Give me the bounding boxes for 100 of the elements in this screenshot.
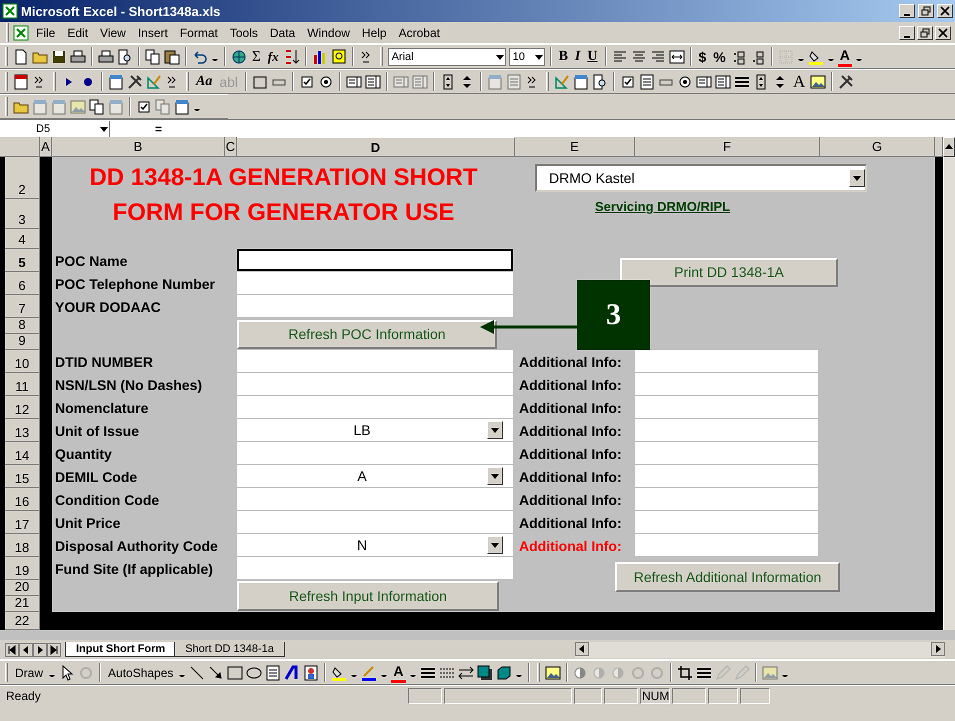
align-center-icon[interactable] xyxy=(630,48,646,64)
clipboard-icon[interactable] xyxy=(164,48,180,64)
crop-icon[interactable] xyxy=(676,664,693,680)
copy-icon[interactable] xyxy=(89,98,105,114)
input-field[interactable] xyxy=(635,488,818,510)
row-header[interactable]: 2 xyxy=(5,157,40,199)
column-header[interactable]: D xyxy=(237,137,515,157)
scroll-left-icon[interactable] xyxy=(577,644,587,654)
checkbox-icon[interactable] xyxy=(620,74,636,90)
input-field[interactable] xyxy=(237,350,513,372)
fill-color-icon[interactable] xyxy=(331,664,348,680)
row-header[interactable]: 12 xyxy=(5,396,40,419)
properties-icon[interactable] xyxy=(174,98,190,114)
spreadsheet-icon[interactable] xyxy=(13,24,29,40)
scroll-right-icon[interactable] xyxy=(933,644,943,654)
oval-icon[interactable] xyxy=(246,664,262,680)
radio-icon[interactable] xyxy=(318,74,334,90)
list-box-icon[interactable] xyxy=(696,74,712,90)
label-tool[interactable]: A xyxy=(791,72,808,90)
row-header[interactable]: 9 xyxy=(5,334,40,350)
row-header[interactable]: 22 xyxy=(5,612,40,630)
row-header[interactable]: 19 xyxy=(5,557,40,580)
print-button[interactable]: Print DD 1348-1A xyxy=(620,258,838,286)
rectangle-icon[interactable] xyxy=(227,664,244,680)
checkbox-icon[interactable] xyxy=(299,74,316,90)
row-header[interactable]: 13 xyxy=(5,419,40,442)
menu-item[interactable]: Insert xyxy=(132,24,173,42)
preview-icon[interactable] xyxy=(592,74,608,90)
currency-button[interactable]: $ xyxy=(696,48,708,66)
font-size-field[interactable]: 10 xyxy=(508,48,545,66)
menu-item[interactable]: Help xyxy=(356,24,392,42)
printer-icon[interactable] xyxy=(70,48,86,64)
horizontal-scrollbar[interactable] xyxy=(575,642,945,658)
row-header[interactable]: 20 xyxy=(5,580,40,596)
input-field[interactable] xyxy=(237,373,513,395)
font-color-button[interactable]: A xyxy=(838,46,852,67)
cube-icon[interactable] xyxy=(496,664,512,680)
input-field[interactable] xyxy=(237,442,513,464)
list-box-icon[interactable] xyxy=(346,74,362,90)
input-field[interactable] xyxy=(635,442,818,464)
refresh-poc-button[interactable]: Refresh POC Information xyxy=(237,320,497,348)
input-field[interactable] xyxy=(635,511,818,533)
sort-icon[interactable] xyxy=(284,48,300,64)
image-icon[interactable] xyxy=(810,74,826,90)
row-header[interactable]: 8 xyxy=(5,318,40,334)
refresh-additional-button[interactable]: Refresh Additional Information xyxy=(615,562,840,592)
column-header[interactable]: E xyxy=(515,137,635,157)
input-field[interactable] xyxy=(635,419,818,441)
row-header[interactable]: 17 xyxy=(5,511,40,534)
radio-icon[interactable] xyxy=(677,74,694,90)
menu-item[interactable]: Data xyxy=(264,24,300,42)
input-field[interactable] xyxy=(635,350,818,372)
properties-icon[interactable] xyxy=(573,74,590,90)
shadow-icon[interactable] xyxy=(476,664,493,680)
preview-icon[interactable] xyxy=(117,48,133,64)
sheet-tab[interactable]: Short DD 1348-1a xyxy=(174,642,285,657)
input-field[interactable] xyxy=(237,396,513,418)
row-header[interactable]: 18 xyxy=(5,534,40,557)
site-link[interactable]: Servicing DRMO/RIPL xyxy=(595,199,730,214)
label-tool[interactable]: Aa xyxy=(194,72,214,90)
row-header[interactable]: 7 xyxy=(5,295,40,318)
document-icon[interactable] xyxy=(13,74,29,90)
select-all-button[interactable] xyxy=(0,137,40,157)
column-header[interactable]: F xyxy=(635,137,820,157)
clip-art-icon[interactable] xyxy=(303,664,320,680)
row-header[interactable]: 11 xyxy=(5,373,40,396)
row-header[interactable]: 3 xyxy=(5,199,40,229)
bar-chart-icon[interactable] xyxy=(312,48,328,64)
menu-item[interactable]: View xyxy=(95,24,131,42)
merge-icon[interactable] xyxy=(668,48,684,64)
input-field[interactable] xyxy=(237,272,513,294)
vertical-scrollbar[interactable] xyxy=(943,157,955,630)
autoshapes-menu[interactable]: AutoShapes xyxy=(106,664,176,682)
globe-icon[interactable] xyxy=(231,48,247,64)
row-header[interactable]: 6 xyxy=(5,272,40,295)
align-right-icon[interactable] xyxy=(650,48,666,64)
arrow-icon[interactable] xyxy=(208,664,224,680)
menu-item[interactable]: File xyxy=(31,24,60,42)
bold-button[interactable]: B xyxy=(556,48,570,66)
checkbox-icon[interactable] xyxy=(136,98,152,114)
frame-icon[interactable] xyxy=(252,74,268,90)
wordart-icon[interactable] xyxy=(284,664,300,680)
function-button[interactable]: fx xyxy=(266,48,281,66)
combo-box-icon[interactable] xyxy=(365,74,382,90)
input-field[interactable] xyxy=(237,557,513,579)
scroll-up-button[interactable] xyxy=(943,137,955,157)
underline-button[interactable]: U xyxy=(585,48,600,66)
input-field[interactable] xyxy=(635,465,818,487)
properties-icon[interactable] xyxy=(108,74,124,90)
input-field[interactable] xyxy=(635,373,818,395)
fill-color-icon[interactable] xyxy=(808,48,824,64)
row-header[interactable]: 5 xyxy=(5,249,40,272)
menu-item[interactable]: Format xyxy=(174,24,223,42)
formula-equals[interactable]: = xyxy=(110,122,162,136)
dropdown-field[interactable]: A xyxy=(237,465,513,487)
image-icon[interactable] xyxy=(544,664,561,680)
undo-icon[interactable] xyxy=(192,48,208,64)
dropdown-field[interactable]: LB xyxy=(237,419,513,441)
help-icon[interactable] xyxy=(330,48,347,64)
column-header[interactable]: C xyxy=(225,137,237,157)
